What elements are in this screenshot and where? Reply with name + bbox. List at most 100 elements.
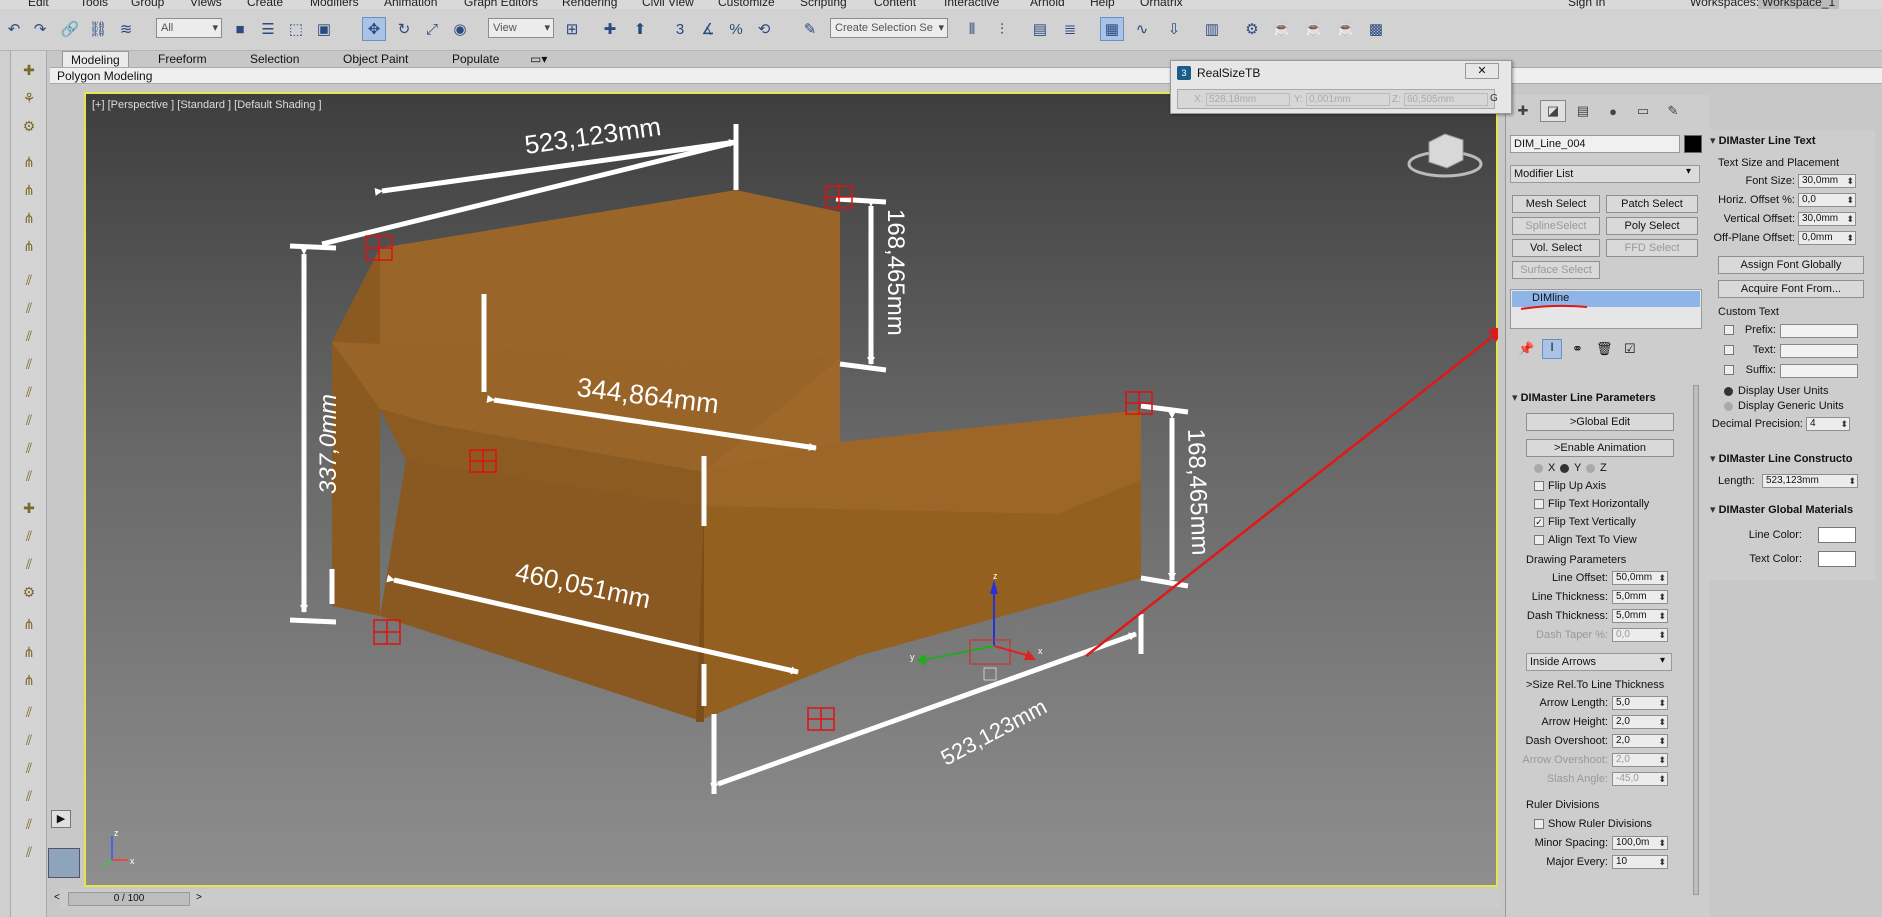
select-object-icon[interactable]: ■ <box>228 17 252 41</box>
grass-icon-6[interactable]: ⋔ <box>16 639 42 665</box>
line-thickness-spinner[interactable]: 5,0mm <box>1612 590 1668 604</box>
menu-help[interactable]: Help <box>1090 0 1115 9</box>
bind-spacewarp-icon[interactable]: ≋ <box>114 17 138 41</box>
fur-icon-6[interactable]: ⫽ <box>16 407 42 433</box>
menu-group[interactable]: Group <box>131 0 164 9</box>
user-units-radio[interactable] <box>1724 387 1733 396</box>
panel-scrollbar[interactable] <box>1693 385 1699 895</box>
fur-icon-13[interactable]: ⫽ <box>16 755 42 781</box>
axis-x-radio[interactable] <box>1534 464 1543 473</box>
fur-icon-8[interactable]: ⫽ <box>16 463 42 489</box>
surface-select-button[interactable]: Surface Select <box>1512 261 1600 279</box>
gear-small-icon[interactable]: ⚙ <box>16 113 42 139</box>
render-iterative-icon[interactable]: ☕ <box>1334 17 1358 41</box>
show-end-result-icon[interactable]: I <box>1542 339 1562 359</box>
ffd-select-button[interactable]: FFD Select <box>1606 239 1698 257</box>
align-view-checkbox[interactable] <box>1534 535 1544 545</box>
suffix-checkbox[interactable] <box>1724 365 1734 375</box>
arrow-type-dropdown[interactable]: Inside Arrows <box>1526 653 1672 671</box>
vol-select-button[interactable]: Vol. Select <box>1512 239 1600 257</box>
fur-icon-14[interactable]: ⫽ <box>16 783 42 809</box>
text-color-swatch[interactable] <box>1818 551 1856 567</box>
fur-icon-11[interactable]: ⫽ <box>16 699 42 725</box>
menu-graph-editors[interactable]: Graph Editors <box>464 0 538 9</box>
modifier-list-dropdown[interactable]: Modifier List <box>1510 165 1700 183</box>
undo-icon[interactable]: ↶ <box>2 17 26 41</box>
menu-interactive[interactable]: Interactive <box>944 0 999 9</box>
select-manipulate-icon[interactable]: ✚ <box>598 17 622 41</box>
menu-views[interactable]: Views <box>190 0 222 9</box>
redo-icon[interactable]: ↷ <box>28 17 52 41</box>
object-color-swatch[interactable] <box>1684 135 1702 153</box>
object-name-field[interactable]: DIM_Line_004 <box>1510 135 1680 153</box>
grid-toggle[interactable]: G <box>1490 93 1498 104</box>
layer-explorer-icon[interactable]: ≣ <box>1058 17 1082 41</box>
acquire-font-button[interactable]: Acquire Font From... <box>1718 280 1864 298</box>
minor-spacing-spinner[interactable]: 100,0m <box>1612 836 1668 850</box>
time-slider-thumb[interactable]: 0 / 100 <box>68 892 190 906</box>
play-icon[interactable]: ▶ <box>51 810 71 828</box>
window-crossing-icon[interactable]: ▣ <box>312 17 336 41</box>
off-plane-offset-spinner[interactable]: 0,0mm <box>1798 231 1856 245</box>
curve-editor-icon[interactable]: ∿ <box>1130 17 1154 41</box>
fur-icon-7[interactable]: ⫽ <box>16 435 42 461</box>
render-frame-icon[interactable]: ☕ <box>1270 17 1294 41</box>
configure-sets-icon[interactable]: ☑ <box>1624 341 1636 357</box>
tab-object-paint[interactable]: Object Paint <box>335 51 416 68</box>
time-slider[interactable]: < 0 / 100 > <box>54 889 1500 909</box>
slash-angle-spinner[interactable]: -45,0 <box>1612 772 1668 786</box>
spline-select-button[interactable]: SplineSelect <box>1512 217 1600 235</box>
line-color-swatch[interactable] <box>1818 527 1856 543</box>
dash-overshoot-spinner[interactable]: 2,0 <box>1612 734 1668 748</box>
place-icon[interactable]: ◉ <box>448 17 472 41</box>
select-by-name-icon[interactable]: ☰ <box>256 17 280 41</box>
rotate-icon[interactable]: ↻ <box>392 17 416 41</box>
named-selection-sets[interactable]: Create Selection Se <box>830 18 948 38</box>
motion-tab-icon[interactable]: ● <box>1600 100 1626 122</box>
enable-animation-button[interactable]: >Enable Animation <box>1526 439 1674 457</box>
horiz-offset-spinner[interactable]: 0,0 <box>1798 193 1856 207</box>
grass-icon-4[interactable]: ⋔ <box>16 233 42 259</box>
arrow-height-spinner[interactable]: 2,0 <box>1612 715 1668 729</box>
realsize-dialog[interactable]: 3 RealSizeTB ✕ X: 528,18mm Y: 0,001mm Z:… <box>1170 60 1512 114</box>
render-cloud-icon[interactable]: ▩ <box>1364 17 1388 41</box>
render-setup-icon[interactable]: ⚙ <box>1240 17 1264 41</box>
generic-units-radio[interactable] <box>1724 402 1733 411</box>
utilities-tab-icon[interactable]: ✎ <box>1660 100 1686 122</box>
menu-scripting[interactable]: Scripting <box>800 0 847 9</box>
fur-icon-5[interactable]: ⫽ <box>16 379 42 405</box>
tab-populate[interactable]: Populate <box>444 51 507 68</box>
edit-named-sets-icon[interactable]: ✎ <box>798 17 822 41</box>
mirror-icon[interactable]: ⫴ <box>960 17 984 41</box>
text-checkbox[interactable] <box>1724 345 1734 355</box>
close-button[interactable]: ✕ <box>1465 63 1499 79</box>
menu-animation[interactable]: Animation <box>384 0 437 9</box>
next-frame-icon[interactable]: > <box>196 892 202 903</box>
reference-coord-select[interactable]: View <box>488 18 554 38</box>
global-materials-header[interactable]: DIMaster Global Materials <box>1710 503 1854 516</box>
remove-modifier-icon[interactable]: 🗑 <box>1596 341 1613 357</box>
poly-select-button[interactable]: Poly Select <box>1606 217 1698 235</box>
shield-plus-icon[interactable]: ✚ <box>16 495 42 521</box>
ribbon-options-icon[interactable]: ▭▾ <box>526 51 551 68</box>
percent-snap-icon[interactable]: % <box>724 17 748 41</box>
global-edit-button[interactable]: >Global Edit <box>1526 413 1674 431</box>
viewcube[interactable] <box>1405 124 1487 184</box>
grass-icon-7[interactable]: ⋔ <box>16 667 42 693</box>
flip-up-checkbox[interactable] <box>1534 481 1544 491</box>
link-icon[interactable]: 🔗 <box>58 17 82 41</box>
schematic-view-icon[interactable]: ⇩ <box>1162 17 1186 41</box>
fur-icon-2[interactable]: ⫽ <box>16 295 42 321</box>
menu-ornatrix[interactable]: Ornatrix <box>1140 0 1183 9</box>
tab-selection[interactable]: Selection <box>242 51 307 68</box>
mini-viewport-icon[interactable] <box>48 848 80 878</box>
line-parameters-header[interactable]: DIMaster Line Parameters <box>1512 391 1656 404</box>
line-constructor-header[interactable]: DIMaster Line Constructo <box>1710 452 1853 465</box>
menu-create[interactable]: Create <box>247 0 283 9</box>
fur-icon-1[interactable]: ⫽ <box>16 267 42 293</box>
menu-edit[interactable]: Edit <box>28 0 49 9</box>
line-text-header[interactable]: DIMaster Line Text <box>1710 134 1816 147</box>
prefix-input[interactable] <box>1780 324 1858 338</box>
fur-icon-3[interactable]: ⫽ <box>16 323 42 349</box>
display-tab-icon[interactable]: ▭ <box>1630 100 1656 122</box>
